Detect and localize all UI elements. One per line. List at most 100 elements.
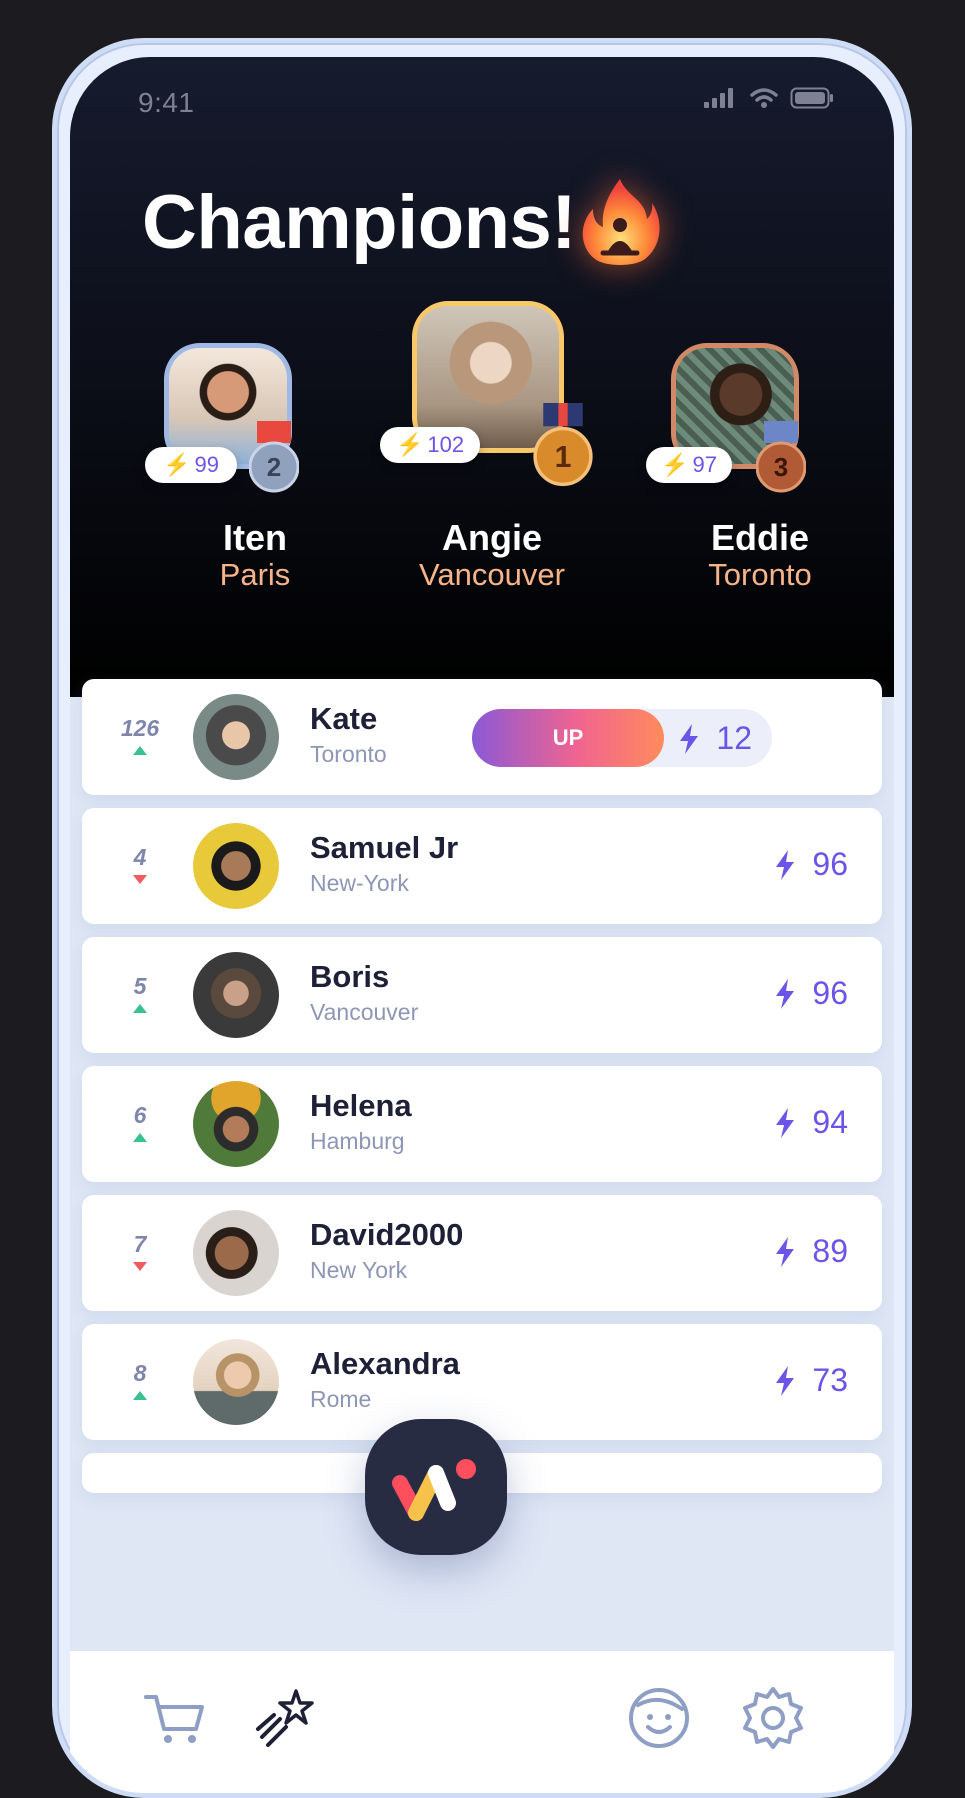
- podium-city: Paris: [219, 557, 291, 592]
- podium-city: Toronto: [708, 557, 812, 592]
- rank-number: 4: [133, 844, 147, 870]
- rank-indicator: 7: [112, 1231, 168, 1271]
- podium-points: 99: [194, 452, 219, 477]
- score-value: 94: [812, 1104, 848, 1140]
- signal-icon: [704, 88, 733, 108]
- rank-number: 5: [133, 973, 147, 999]
- rank-indicator: 8: [112, 1360, 168, 1400]
- avatar: [193, 823, 279, 909]
- medal-place: 2: [267, 452, 281, 482]
- app-screen: 9:41 Champions! ⚡ 99 2 Iten Paris ⚡ 102 …: [70, 57, 894, 1793]
- champions-header: 9:41 Champions! ⚡ 99 2 Iten Paris ⚡ 102 …: [70, 57, 894, 697]
- app-logo-icon: [392, 1459, 476, 1521]
- player-name: Alexandra: [310, 1346, 460, 1381]
- player-name: David2000: [310, 1217, 464, 1252]
- trend-up-icon: [133, 746, 147, 755]
- trend-up-icon: [133, 1391, 147, 1400]
- player-score: 96: [774, 975, 848, 1012]
- points-pill: ⚡ 99: [145, 447, 237, 483]
- avatar: [193, 952, 279, 1038]
- player-city: Rome: [310, 1386, 372, 1412]
- gold-medal-icon: 1: [533, 403, 593, 487]
- chat-face-icon[interactable]: [624, 1683, 694, 1753]
- points-pill: ⚡ 102: [380, 427, 480, 463]
- cart-icon[interactable]: [140, 1683, 210, 1753]
- rank-number: 8: [133, 1360, 147, 1386]
- medal-place: 1: [555, 441, 572, 474]
- podium-points: 102: [427, 432, 465, 457]
- bolt-icon: [776, 849, 795, 880]
- player-score: 96: [774, 846, 848, 883]
- trend-up-icon: [133, 1004, 147, 1013]
- bolt-icon: ⚡: [661, 452, 689, 477]
- score-value: 96: [812, 846, 848, 882]
- trend-down-icon: [133, 1262, 147, 1271]
- podium-name: Angie: [441, 517, 542, 558]
- score-value: 73: [812, 1362, 848, 1398]
- settings-gear-icon[interactable]: [738, 1683, 808, 1753]
- battery-icon: [790, 87, 833, 109]
- bolt-icon: [776, 1236, 795, 1267]
- phone-frame: 9:41 Champions! ⚡ 99 2 Iten Paris ⚡ 102 …: [52, 38, 912, 1798]
- avatar: [193, 1210, 279, 1296]
- shooting-star-icon[interactable]: [250, 1683, 320, 1753]
- bolt-icon: [680, 723, 699, 754]
- trend-down-icon: [133, 875, 147, 884]
- status-time: 9:41: [138, 87, 195, 118]
- fire-meditation-icon: [582, 179, 660, 265]
- player-score: 73: [774, 1362, 848, 1399]
- player-city: New-York: [310, 870, 409, 896]
- player-name: Boris: [310, 959, 390, 994]
- rank-indicator: 126: [112, 715, 168, 755]
- player-name: Samuel Jr: [310, 830, 459, 865]
- player-score: 89: [774, 1233, 848, 1270]
- medal-place: 3: [774, 452, 788, 482]
- table-row[interactable]: 8 Alexandra Rome 73: [82, 1324, 882, 1440]
- current-user-row[interactable]: 126 Kate Toronto UP 12: [82, 679, 882, 795]
- podium-points: 97: [692, 452, 717, 477]
- table-row[interactable]: 7 David2000 New York 89: [82, 1195, 882, 1311]
- bolt-icon: [776, 1107, 795, 1138]
- leaderboard-list: 126 Kate Toronto UP 12 4 Samuel Jr New-Y…: [82, 679, 882, 1506]
- bronze-medal-icon: 3: [756, 421, 806, 493]
- table-row[interactable]: 5 Boris Vancouver 96: [82, 937, 882, 1053]
- bottom-tab-bar: [70, 1651, 894, 1793]
- podium-name: Iten: [222, 517, 287, 558]
- player-name: Kate: [310, 701, 378, 736]
- bolt-icon: ⚡: [163, 452, 191, 477]
- center-action-button[interactable]: [365, 1419, 507, 1555]
- rank-number: 7: [133, 1231, 147, 1257]
- player-city: New York: [310, 1257, 408, 1283]
- player-score: 12: [678, 720, 752, 757]
- rank-number: 126: [120, 715, 160, 741]
- table-row[interactable]: 4 Samuel Jr New-York 96: [82, 808, 882, 924]
- score-value: 12: [716, 720, 752, 756]
- rank-number: 6: [133, 1102, 147, 1128]
- player-name: Helena: [310, 1088, 412, 1123]
- player-score: 94: [774, 1104, 848, 1141]
- points-pill: ⚡ 97: [646, 447, 732, 483]
- rank-indicator: 4: [112, 844, 168, 884]
- trend-up-icon: [133, 1133, 147, 1142]
- score-value: 96: [812, 975, 848, 1011]
- bolt-icon: ⚡: [395, 432, 424, 457]
- player-city: Hamburg: [310, 1128, 405, 1154]
- player-city: Toronto: [310, 741, 387, 767]
- wifi-icon: [750, 88, 778, 108]
- rank-indicator: 5: [112, 973, 168, 1013]
- podium-city: Vancouver: [419, 557, 565, 592]
- avatar: [193, 694, 279, 780]
- avatar: [193, 1081, 279, 1167]
- silver-medal-icon: 2: [249, 421, 299, 493]
- page-title: Champions!: [142, 180, 577, 265]
- score-value: 89: [812, 1233, 848, 1269]
- avatar: [193, 1339, 279, 1425]
- bolt-icon: [776, 1365, 795, 1396]
- table-row[interactable]: 6 Helena Hamburg 94: [82, 1066, 882, 1182]
- rank-indicator: 6: [112, 1102, 168, 1142]
- boost-control: UP 12: [472, 709, 772, 767]
- player-city: Vancouver: [310, 999, 419, 1025]
- status-icons: [704, 87, 834, 109]
- up-button[interactable]: UP: [472, 709, 664, 767]
- bolt-icon: [776, 978, 795, 1009]
